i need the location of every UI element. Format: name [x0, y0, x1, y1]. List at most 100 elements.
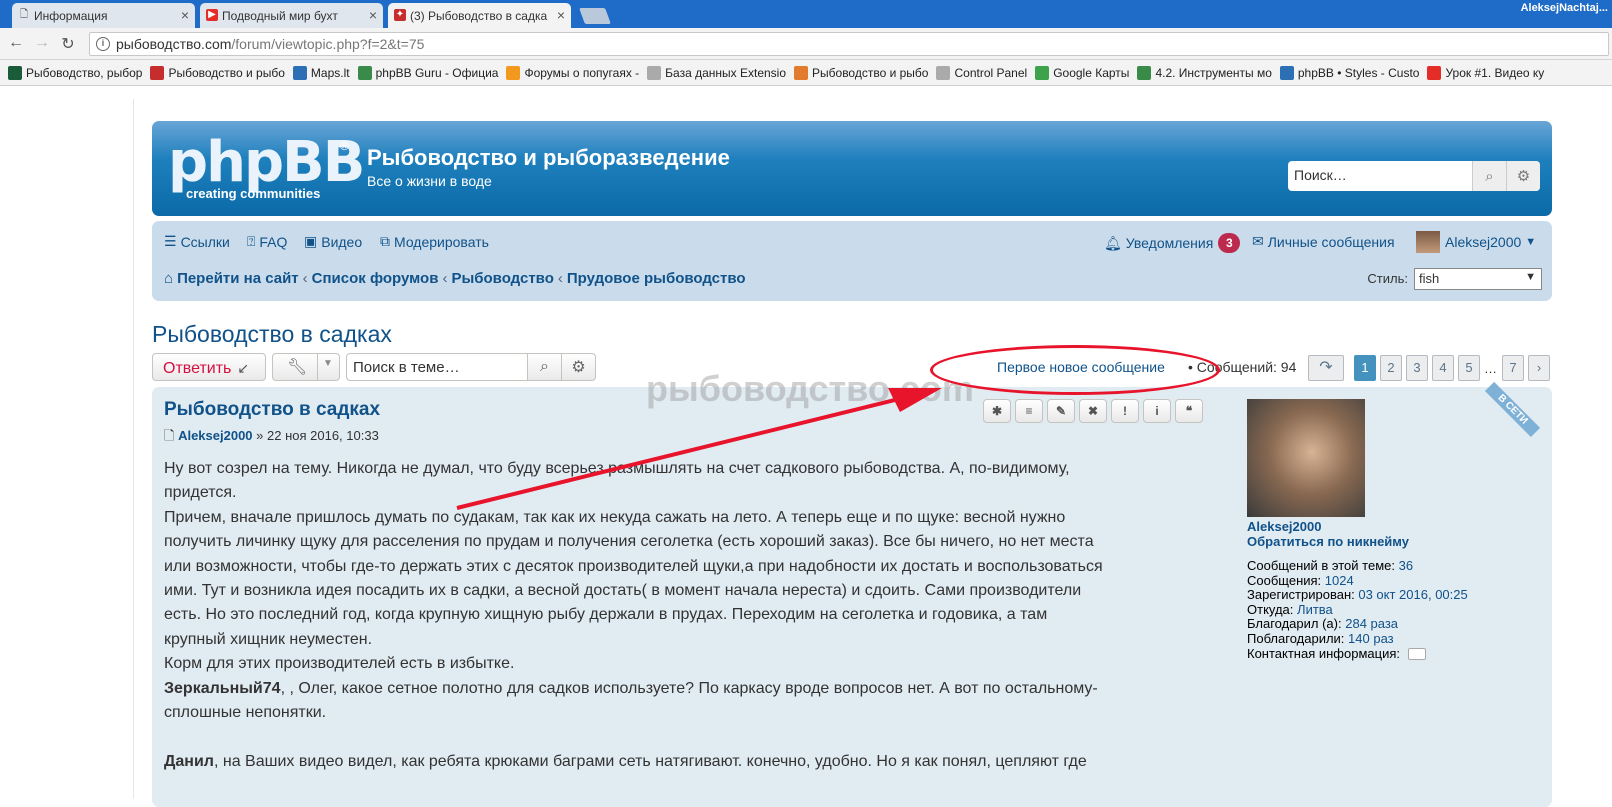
header-search: Поиск… ⌕ ⚙ [1288, 161, 1540, 191]
notifications-label: Уведомления [1125, 235, 1214, 251]
bookmark-item[interactable]: Форумы о попугаях - [506, 65, 639, 80]
profile-stat-label: Благодарил (а): [1247, 616, 1342, 632]
nav-faq[interactable]: ⍰ FAQ [247, 233, 287, 250]
profile-stat-value[interactable]: Литва [1297, 602, 1333, 617]
page-link[interactable]: 5 [1458, 355, 1480, 381]
gear-icon[interactable]: ⚙ [561, 354, 595, 380]
contact-icon[interactable] [1407, 648, 1426, 661]
forward-arrow-icon[interactable]: → [32, 34, 52, 52]
close-tab-icon[interactable]: × [181, 7, 189, 23]
post-body: Ну вот созрел на тему. Никогда не думал,… [164, 457, 1214, 774]
bookmark-item[interactable]: Рыбоводство и рыбо [150, 65, 285, 80]
reply-arrow-icon: ↙ [237, 360, 250, 376]
profile-stat-value[interactable]: 140 раз [1348, 631, 1394, 646]
reply-button[interactable]: Ответить ↙ [152, 353, 266, 381]
post-line: сплошные непонятки. [164, 704, 327, 722]
info-icon[interactable]: i [96, 37, 110, 51]
info-icon[interactable]: i [1143, 399, 1171, 423]
url-input[interactable]: i рыбоводство.com/forum/viewtopic.php?f=… [89, 32, 1609, 56]
quote-reply-icon[interactable]: ❝ [1175, 399, 1203, 423]
profile-username[interactable]: Aleksej2000 [1247, 519, 1321, 534]
page-title[interactable]: Рыбоводство в садках [152, 321, 392, 348]
hamburger-icon: ☰ [164, 233, 177, 249]
pagination-ellipsis: … [1484, 361, 1497, 376]
bookmark-item[interactable]: phpBB • Styles - Custo [1279, 65, 1419, 80]
browser-profile-name[interactable]: AleksejNachtaj... [1521, 2, 1608, 14]
address-bar-row: ← → ↻ i рыбоводство.com/forum/viewtopic.… [0, 28, 1612, 60]
page-link[interactable]: 3 [1406, 355, 1428, 381]
bookmark-item[interactable]: Урок #1. Видео ку [1427, 65, 1544, 80]
topic-tools-button[interactable]: 🔧︎ ▼ [272, 353, 340, 381]
edit-icon[interactable]: ✎ [1047, 399, 1075, 423]
site-header: phpBB ® creating communities Рыбоводство… [152, 121, 1552, 216]
bookmark-item[interactable]: phpBB Guru - Официа [357, 65, 499, 80]
profile-stat-value[interactable]: 36 [1399, 558, 1413, 573]
breadcrumb-separator: ‹ [442, 270, 448, 287]
browser-tab-active[interactable]: ✦ (3) Рыбоводство в садка × [388, 3, 571, 28]
profile-stat-value[interactable]: 284 раза [1345, 616, 1398, 632]
bookmark-favicon-icon [357, 65, 372, 80]
jump-to-page-button[interactable]: ↷ [1308, 355, 1344, 381]
nav-private-messages[interactable]: ✉ Личные сообщения [1252, 233, 1395, 250]
profile-stat-value[interactable]: 1024 [1325, 573, 1354, 588]
new-tab-button[interactable] [579, 8, 611, 24]
gear-icon[interactable]: ⚙ [1506, 161, 1540, 191]
post-line: получить личинку щуку для расселения по … [164, 533, 1094, 551]
header-search-input[interactable]: Поиск… [1288, 161, 1472, 191]
report-icon[interactable]: ✱ [983, 399, 1011, 423]
bookmark-item[interactable]: Рыбоводство, рыбор [8, 65, 142, 80]
bookmark-item[interactable]: Maps.lt [292, 65, 350, 80]
breadcrumb-item[interactable]: Прудовое рыбоводство [567, 270, 746, 287]
topic-search-input[interactable]: Поиск в теме… [347, 354, 527, 380]
nav-link-label: Модерировать [394, 233, 489, 250]
moderate-icon: ⧉ [380, 233, 390, 249]
profile-stat-row: Зарегистрирован: 03 окт 2016, 00:25 [1247, 587, 1468, 603]
browser-tab[interactable]: 🗋 Информация × [12, 3, 195, 28]
user-menu[interactable]: Aleksej2000 ▼ [1416, 231, 1536, 253]
nav-video[interactable]: ▣ Видео [304, 233, 362, 250]
page-link[interactable]: 2 [1380, 355, 1402, 381]
breadcrumb-item[interactable]: Рыбоводство [451, 270, 553, 287]
delete-icon[interactable]: ✖ [1079, 399, 1107, 423]
logo-tagline: creating communities [186, 186, 321, 201]
breadcrumb-item[interactable]: Перейти на сайт [177, 270, 299, 287]
style-select[interactable]: fish ▼ [1414, 268, 1542, 290]
next-page-button[interactable]: › [1528, 355, 1550, 381]
nav-links-menu[interactable]: ☰ Ссылки [164, 233, 230, 250]
back-arrow-icon[interactable]: ← [6, 34, 26, 52]
browser-tab[interactable]: ▶ Подводный мир бухт × [200, 3, 383, 28]
close-tab-icon[interactable]: × [369, 7, 377, 23]
avatar[interactable] [1247, 399, 1365, 517]
bookmark-item[interactable]: Рыбоводство и рыбо [794, 65, 928, 80]
post: Рыбоводство в садках 🗋 Aleksej2000 » 22 … [152, 381, 1552, 807]
reload-icon[interactable]: ↻ [58, 34, 78, 54]
page-link[interactable]: 1 [1354, 355, 1376, 381]
post-author[interactable]: Aleksej2000 [178, 428, 252, 443]
bookmark-item[interactable]: Control Panel [936, 65, 1027, 80]
site-title[interactable]: Рыбоводство и рыборазведение [367, 145, 730, 171]
profile-stat-label: Откуда: [1247, 601, 1294, 617]
phpbb-logo[interactable]: phpBB ® creating communities [168, 135, 365, 202]
profile-stats: Сообщений в этой теме: 36 Сообщения: 1024… [1247, 558, 1468, 661]
url-path: /forum/viewtopic.php?f=2&t=75 [231, 36, 425, 52]
nav-notifications[interactable]: 🔔︎ Уведомления 3 [1104, 233, 1245, 253]
username: Aleksej2000 [1445, 234, 1522, 250]
profile-stat-value[interactable]: 03 окт 2016, 00:25 [1358, 587, 1467, 602]
post-title[interactable]: Рыбоводство в садках [164, 399, 380, 421]
bookmark-item[interactable]: База данных Extensio [647, 65, 786, 80]
warn-icon[interactable]: ! [1111, 399, 1139, 423]
quote-icon[interactable]: ≡ [1015, 399, 1043, 423]
page-link[interactable]: 4 [1432, 355, 1454, 381]
nav-moderate[interactable]: ⧉ Модерировать [380, 233, 489, 250]
page-link[interactable]: 7 [1502, 355, 1524, 381]
bookmark-label: phpBB Guru - Официа [375, 65, 499, 80]
search-icon[interactable]: ⌕ [1472, 161, 1506, 191]
bookmark-item[interactable]: Google Карты [1035, 65, 1129, 80]
envelope-icon: ✉ [1252, 233, 1264, 249]
mention-link[interactable]: Обратиться по никнейму [1247, 534, 1409, 549]
profile-stat-label: Зарегистрирован: [1247, 587, 1355, 603]
search-icon[interactable]: ⌕ [527, 354, 561, 380]
bookmark-item[interactable]: 4.2. Инструменты мо [1137, 65, 1272, 80]
close-tab-icon[interactable]: × [557, 7, 565, 23]
breadcrumb-item[interactable]: Список форумов [312, 270, 439, 287]
